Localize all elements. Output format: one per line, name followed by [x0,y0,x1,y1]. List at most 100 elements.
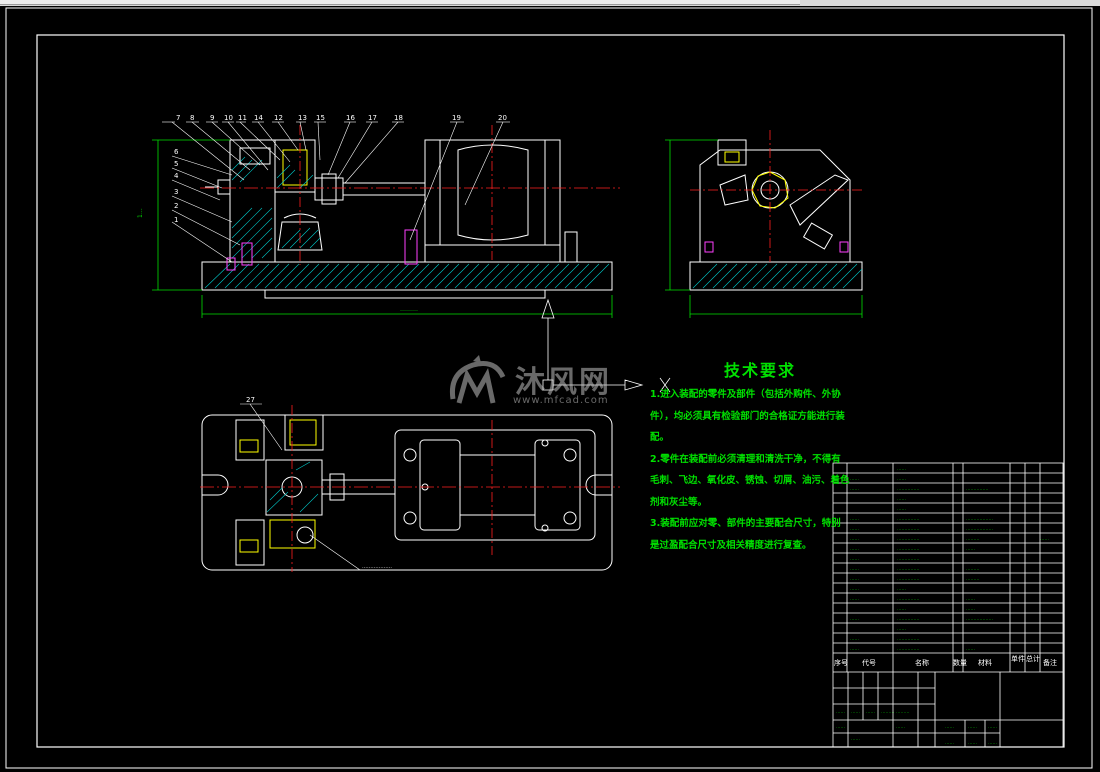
tech-req-title: 技术要求 [723,361,796,380]
front-dimensions: 1… ……… [137,139,613,318]
balloon: 9 [210,114,214,122]
tech-req-item: 1.进入装配的零件及部件（包括外购件、外协件），均必须具有检验部门的合格证方能进… [650,389,845,443]
svg-text:1…: 1… [137,208,144,218]
svg-text:……: …… [850,617,859,622]
svg-text:……………: …………… [897,517,920,522]
svg-text:……………: …………… [897,527,920,532]
balloon: 7 [176,114,180,122]
svg-text:……: …… [850,587,859,592]
svg-text:………: ……… [881,710,895,715]
bom-header-row: 序号 代号 名称 数量 材料 单件 总计 备注 [834,654,1057,667]
bom-header-cell: 名称 [915,658,929,667]
bom-header-cell: 材料 [978,658,992,667]
svg-text:……: …… [850,597,859,602]
svg-text:……: …… [896,725,905,730]
balloon: 1 [174,216,178,224]
side-view [689,139,863,291]
balloon: 10 [224,114,233,122]
balloon: 11 [238,114,247,122]
watermark-logo-icon [449,355,506,404]
svg-text:……: …… [968,725,977,730]
balloon: 27 [246,396,255,404]
svg-text:……………: …………… [897,487,920,492]
svg-text:……: …… [968,741,977,746]
balloon: 19 [452,114,461,122]
bom-header-cell: 单件 [1011,654,1025,663]
svg-text:……: …… [850,547,859,552]
balloon: 14 [254,114,263,122]
svg-text:………………: ……………… [966,617,993,622]
svg-text:………: ……… [896,710,910,715]
svg-text:……: …… [897,467,906,472]
top-view [201,414,613,571]
watermark-url: www.mfcad.com [513,395,609,406]
svg-text:……………: …………… [897,577,920,582]
svg-text:……: …… [850,477,859,482]
bom-header-cell: 数量 [953,658,967,667]
balloon: 8 [190,114,194,122]
svg-text:……: …… [850,527,859,532]
svg-text:………………: ……………… [966,527,993,532]
bom-header-cell: 总计 [1026,654,1040,663]
bom-table [832,462,1064,748]
technical-requirements: 技术要求 1.进入装配的零件及部件（包括外购件、外协件），均必须具有检验部门的合… [650,358,850,556]
svg-text:……: …… [851,710,860,715]
svg-text:……: …… [851,737,860,742]
balloon: 13 [298,114,307,122]
svg-text:……: …… [850,517,859,522]
svg-text:……………: …………… [897,647,920,652]
svg-text:……………: …………… [897,557,920,562]
bom-header-cell: 备注 [1043,658,1057,667]
svg-text:……: …… [966,647,975,652]
balloon: 17 [368,114,377,122]
svg-text:……………: …………… [897,637,920,642]
tech-req-item: 3.装配前应对零、部件的主要配合尺寸，特别是过盈配合尺寸及相关精度进行复查。 [650,518,841,551]
balloon: 6 [174,148,179,156]
svg-text:………: ……… [966,567,980,572]
svg-text:………………: ……………… [362,564,392,570]
balloon: 20 [498,114,507,122]
svg-text:……………: …………… [897,617,920,622]
svg-text:……: …… [836,710,845,715]
svg-text:……: …… [850,567,859,572]
svg-text:……: …… [897,627,906,632]
svg-text:……: …… [1040,537,1049,542]
balloon: 18 [394,114,403,122]
watermark: 沐风网 www.mfcad.com [445,355,660,415]
svg-text:……: …… [945,741,954,746]
svg-text:………: ……… [966,577,980,582]
svg-text:……: …… [866,710,875,715]
toolbar-strip [0,0,800,5]
bom-header-cell: 序号 [834,658,848,667]
svg-text:……: …… [897,497,906,502]
front-view [201,139,613,299]
svg-text:……………: …………… [966,487,989,492]
svg-text:……: …… [945,725,954,730]
balloon: 2 [174,202,178,210]
svg-text:……: …… [897,477,906,482]
svg-text:……: …… [850,537,859,542]
balloon: 15 [316,114,325,122]
svg-text:……………: …………… [897,547,920,552]
svg-text:……: …… [988,725,997,730]
svg-text:……: …… [850,637,859,642]
balloon: 3 [174,188,178,196]
svg-text:……: …… [966,597,975,602]
bom-fill-text: ……………… ……………………………… ………… ………………………………… …… [850,467,1049,652]
tech-req-item: 2.零件在装配前必须清理和清洗干净，不得有毛刺、飞边、氧化皮、锈蚀、切屑、油污、… [650,453,850,508]
svg-text:……: …… [850,557,859,562]
svg-text:……: …… [966,547,975,552]
balloon: 16 [346,114,355,122]
svg-text:……: …… [897,507,906,512]
svg-text:……………: …………… [897,597,920,602]
svg-text:……: …… [988,741,997,746]
svg-text:……: …… [836,725,845,730]
bom-header-cell: 代号 [862,658,876,667]
balloon: 5 [174,160,178,168]
svg-text:……: …… [850,647,859,652]
side-dimensions [665,139,863,318]
svg-text:………………: ……………… [966,517,993,522]
svg-text:………: ……… [400,306,418,313]
svg-text:……………: …………… [897,537,920,542]
svg-text:……: …… [850,577,859,582]
